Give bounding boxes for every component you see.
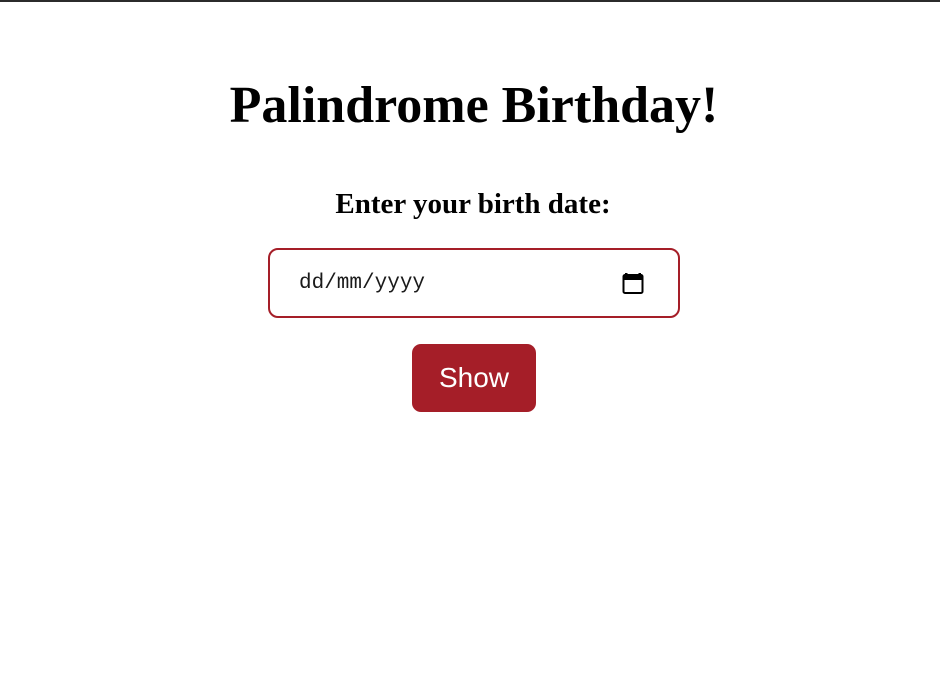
birth-date-label: Enter your birth date: xyxy=(335,188,611,220)
page-title: Palindrome Birthday! xyxy=(229,77,719,134)
calendar-icon[interactable] xyxy=(622,271,644,295)
date-input-placeholder: dd/mm/yyyy xyxy=(299,272,426,295)
birth-date-input[interactable]: dd/mm/yyyy xyxy=(268,248,680,318)
show-button[interactable]: Show xyxy=(412,344,536,412)
window-top-border xyxy=(0,0,940,2)
